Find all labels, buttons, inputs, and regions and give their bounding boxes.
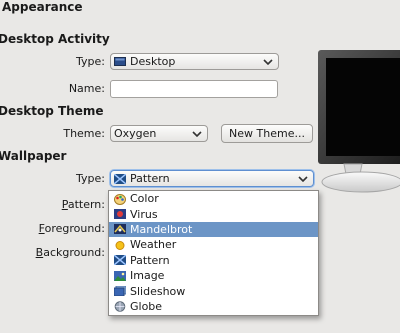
dropdown-option-virus[interactable]: Virus bbox=[109, 206, 318, 221]
dropdown-option-mandelbrot[interactable]: Mandelbrot bbox=[109, 221, 318, 238]
dropdown-option-image[interactable]: Image bbox=[109, 268, 318, 283]
background-label: Background: bbox=[35, 246, 105, 259]
page-title: Appearance bbox=[2, 0, 83, 14]
wallpaper-heading: Wallpaper bbox=[0, 149, 67, 163]
wallpaper-type-dropdown: Color Virus Mandelbrot Weather Pattern I… bbox=[108, 190, 319, 316]
dropdown-option-label: Slideshow bbox=[130, 284, 186, 298]
dropdown-option-label: Pattern bbox=[130, 253, 170, 267]
dropdown-option-color[interactable]: Color bbox=[109, 191, 318, 206]
monitor-preview bbox=[316, 50, 400, 200]
wallpaper-type-select[interactable]: Pattern bbox=[110, 170, 314, 187]
dropdown-option-label: Virus bbox=[130, 207, 158, 221]
pattern-icon bbox=[113, 172, 127, 185]
dropdown-option-label: Image bbox=[130, 269, 165, 283]
dropdown-option-label: Weather bbox=[130, 238, 177, 252]
dropdown-option-pattern[interactable]: Pattern bbox=[109, 253, 318, 268]
chevron-down-icon bbox=[297, 173, 309, 185]
pattern-label: Pattern: bbox=[61, 198, 105, 211]
dropdown-option-label: Color bbox=[130, 192, 159, 206]
desktop-theme-heading: Desktop Theme bbox=[0, 104, 104, 118]
virus-icon bbox=[114, 209, 126, 220]
wallpaper-type-label: Type: bbox=[76, 172, 105, 185]
dropdown-option-slideshow[interactable]: Slideshow bbox=[109, 283, 318, 298]
chevron-down-icon bbox=[191, 128, 203, 140]
activity-type-select[interactable]: Desktop bbox=[110, 53, 279, 70]
theme-label: Theme: bbox=[63, 127, 105, 140]
activity-name-label: Name: bbox=[68, 82, 105, 95]
theme-value: Oxygen bbox=[114, 127, 157, 140]
globe-icon bbox=[114, 301, 126, 313]
activity-name-input[interactable] bbox=[110, 80, 278, 98]
dropdown-option-label: Mandelbrot bbox=[130, 222, 193, 236]
desktop-activity-heading: Desktop Activity bbox=[0, 32, 110, 46]
theme-select[interactable]: Oxygen bbox=[110, 125, 208, 142]
activity-type-value: Desktop bbox=[130, 55, 176, 68]
dropdown-option-label: Globe bbox=[130, 299, 163, 313]
color-palette-icon bbox=[114, 193, 126, 205]
chevron-down-icon bbox=[262, 56, 274, 68]
weather-icon bbox=[114, 240, 126, 250]
desktop-icon bbox=[114, 56, 126, 67]
dropdown-option-weather[interactable]: Weather bbox=[109, 237, 318, 252]
foreground-label: Foreground: bbox=[38, 222, 105, 235]
new-theme-button[interactable]: New Theme... bbox=[221, 124, 313, 143]
activity-type-label: Type: bbox=[76, 55, 105, 68]
slideshow-icon bbox=[113, 285, 127, 297]
image-icon bbox=[114, 270, 126, 281]
mandelbrot-icon bbox=[114, 224, 126, 235]
wallpaper-type-value: Pattern bbox=[130, 172, 170, 185]
dropdown-option-globe[interactable]: Globe bbox=[109, 299, 318, 314]
pattern-icon bbox=[113, 254, 127, 266]
